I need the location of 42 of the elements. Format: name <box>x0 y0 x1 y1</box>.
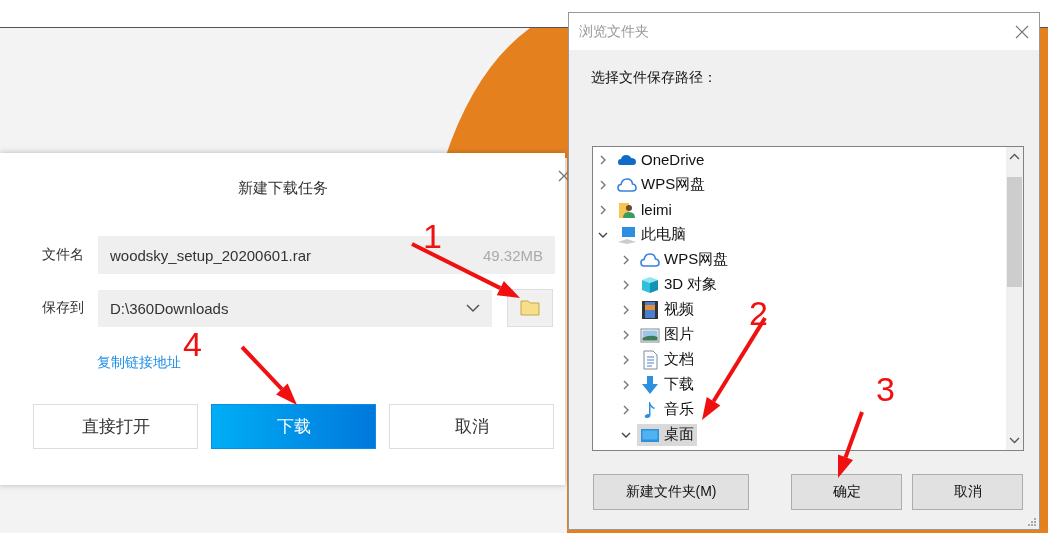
folder-tree-item[interactable]: OneDrive <box>614 148 708 171</box>
film-icon <box>640 299 660 320</box>
cube-icon <box>640 274 660 295</box>
dialog-button[interactable]: 取消 <box>912 474 1023 510</box>
annotation-number: 4 <box>183 327 202 361</box>
scroll-down-icon[interactable] <box>1009 436 1020 444</box>
field-label: 文件名 <box>42 246 84 264</box>
folder-tree-item[interactable]: leimi <box>614 198 675 221</box>
dialog-button[interactable]: 取消 <box>389 404 554 449</box>
scrollbar[interactable] <box>1006 147 1023 450</box>
computer-icon <box>617 224 637 245</box>
folder-tree-item[interactable]: 3D 对象 <box>637 273 721 296</box>
download-arrow-icon <box>640 374 660 395</box>
close-icon[interactable] <box>1015 24 1029 39</box>
resize-grip-icon[interactable] <box>1027 517 1037 527</box>
folder-tree-item[interactable]: 视频 <box>637 298 697 321</box>
dialog-button[interactable]: 新建文件夹(M) <box>593 474 749 510</box>
chevron-down-icon <box>466 303 480 313</box>
folder-tree-item[interactable]: 图片 <box>637 323 697 346</box>
copy-link[interactable]: 复制链接地址 <box>97 354 181 372</box>
dialog-title: 新建下载任务 <box>237 179 328 198</box>
annotation-number: 3 <box>876 372 895 406</box>
folder-tree-item[interactable]: 文档 <box>637 348 697 371</box>
folder-tree-item[interactable]: 音乐 <box>637 398 697 421</box>
annotation-arrow <box>838 411 864 478</box>
folder-tree-item[interactable]: 下载 <box>637 373 697 396</box>
folder-tree-item[interactable]: WPS网盘 <box>637 248 732 271</box>
dialog-button[interactable]: 直接打开 <box>33 404 198 449</box>
field-label: 保存到 <box>42 299 84 317</box>
close-icon[interactable] <box>558 170 570 182</box>
window-title: 浏览文件夹 <box>579 22 649 41</box>
save-path-dropdown[interactable]: D:\360Downloads <box>98 289 492 327</box>
dialog-button[interactable]: 确定 <box>791 474 902 510</box>
folder-icon <box>520 300 540 316</box>
scroll-up-icon[interactable] <box>1009 153 1020 161</box>
document-icon <box>640 349 660 370</box>
browse-folder-button[interactable] <box>507 289 553 327</box>
prompt-text: 选择文件保存路径： <box>591 69 717 87</box>
annotation-arrow <box>240 345 297 405</box>
folder-tree-item[interactable]: WPS网盘 <box>614 173 709 196</box>
folder-tree-item[interactable]: 此电脑 <box>614 223 689 246</box>
folder-tree-item[interactable]: 桌面 <box>637 423 697 446</box>
